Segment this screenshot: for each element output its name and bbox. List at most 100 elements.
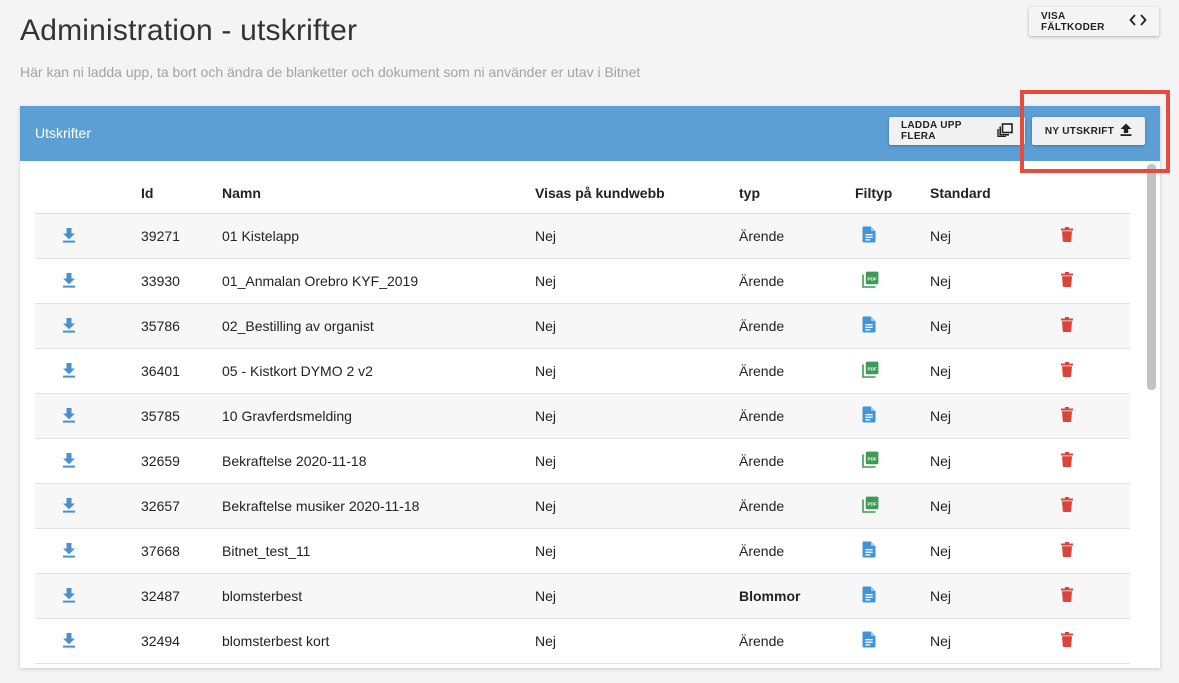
trash-icon[interactable] xyxy=(1061,272,1073,290)
trash-icon[interactable] xyxy=(1061,632,1073,650)
standard-cell: Nej xyxy=(930,618,1058,664)
download-icon[interactable] xyxy=(62,542,76,561)
document-icon xyxy=(862,316,876,336)
pdf-icon: PDF xyxy=(862,451,879,471)
table-row: 37668 Bitnet_test_11 Nej Ärende Nej xyxy=(35,528,1130,574)
show-fieldcodes-label: VISA FÄLTKODER xyxy=(1041,10,1105,33)
id-cell: 32659 xyxy=(141,438,222,484)
customer-web-cell: Nej xyxy=(535,213,739,259)
table-row: 35786 02_Bestilling av organist Nej Ären… xyxy=(35,303,1130,349)
download-icon[interactable] xyxy=(62,227,76,246)
customer-web-cell: Nej xyxy=(535,303,739,349)
show-fieldcodes-button[interactable]: VISA FÄLTKODER xyxy=(1029,7,1159,36)
standard-cell: Nej xyxy=(930,528,1058,574)
trash-icon[interactable] xyxy=(1061,587,1073,605)
filetype-cell xyxy=(855,393,930,439)
filetype-cell: PDF xyxy=(855,348,930,394)
download-cell xyxy=(35,348,141,394)
standard-cell: Nej xyxy=(930,213,1058,259)
id-cell: 32494 xyxy=(141,618,222,664)
id-cell: 36401 xyxy=(141,348,222,394)
id-cell: 37668 xyxy=(141,528,222,574)
table-scrollbar[interactable] xyxy=(1147,164,1156,390)
download-cell xyxy=(35,618,141,664)
svg-text:PDF: PDF xyxy=(868,276,877,281)
standard-cell: Nej xyxy=(930,393,1058,439)
svg-text:PDF: PDF xyxy=(868,501,877,506)
prints-card: Utskrifter LADDA UPP FLERA NY UTSKRIFT I… xyxy=(20,106,1160,668)
download-cell xyxy=(35,483,141,529)
download-icon[interactable] xyxy=(62,497,76,516)
id-cell: 32657 xyxy=(141,483,222,529)
svg-text:PDF: PDF xyxy=(868,456,877,461)
trash-icon[interactable] xyxy=(1061,362,1073,380)
trash-icon[interactable] xyxy=(1061,542,1073,560)
column-header-download xyxy=(35,172,141,214)
standard-cell: Nej xyxy=(930,348,1058,394)
delete-cell xyxy=(1058,258,1130,304)
filetype-cell xyxy=(855,213,930,259)
filetype-cell xyxy=(855,528,930,574)
download-cell xyxy=(35,438,141,484)
upload-many-button[interactable]: LADDA UPP FLERA xyxy=(889,117,1025,145)
download-icon[interactable] xyxy=(62,632,76,651)
name-cell: 02_Bestilling av organist xyxy=(222,303,535,349)
type-cell: Ärende xyxy=(739,303,855,349)
column-header-standard[interactable]: Standard xyxy=(930,172,1058,214)
new-print-button[interactable]: NY UTSKRIFT xyxy=(1032,117,1145,145)
delete-cell xyxy=(1058,483,1130,529)
download-cell xyxy=(35,528,141,574)
id-cell: 32487 xyxy=(141,573,222,619)
document-icon xyxy=(862,586,876,606)
filetype-cell: PDF xyxy=(855,258,930,304)
column-header-filetype[interactable]: Filtyp xyxy=(855,172,930,214)
type-cell: Ärende xyxy=(739,528,855,574)
download-cell xyxy=(35,258,141,304)
filetype-cell xyxy=(855,303,930,349)
type-cell: Ärende xyxy=(739,348,855,394)
trash-icon[interactable] xyxy=(1061,407,1073,425)
download-icon[interactable] xyxy=(62,587,76,606)
trash-icon[interactable] xyxy=(1061,227,1073,245)
name-cell: 01 Kistelapp xyxy=(222,213,535,259)
table-row: 39271 01 Kistelapp Nej Ärende Nej xyxy=(35,213,1130,259)
column-header-customer-web[interactable]: Visas på kundwebb xyxy=(535,172,739,214)
trash-icon[interactable] xyxy=(1061,452,1073,470)
document-icon xyxy=(862,406,876,426)
column-header-type[interactable]: typ xyxy=(739,172,855,214)
customer-web-cell: Nej xyxy=(535,393,739,439)
column-header-name[interactable]: Namn xyxy=(222,172,535,214)
new-print-label: NY UTSKRIFT xyxy=(1044,125,1115,137)
standard-cell: Nej xyxy=(930,573,1058,619)
table-row: 32494 blomsterbest kort Nej Ärende Nej xyxy=(35,618,1130,664)
trash-icon[interactable] xyxy=(1061,497,1073,515)
type-cell: Blommor xyxy=(739,573,855,619)
download-icon[interactable] xyxy=(62,317,76,336)
page-title: Administration - utskrifter xyxy=(20,14,358,47)
customer-web-cell: Nej xyxy=(535,528,739,574)
column-header-id[interactable]: Id xyxy=(141,172,222,214)
name-cell: Bekraftelse 2020-11-18 xyxy=(222,438,535,484)
card-header: Utskrifter LADDA UPP FLERA NY UTSKRIFT xyxy=(20,106,1160,161)
table-row: 33930 01_Anmalan Orebro KYF_2019 Nej Äre… xyxy=(35,258,1130,304)
download-icon[interactable] xyxy=(62,407,76,426)
download-icon[interactable] xyxy=(62,362,76,381)
trash-icon[interactable] xyxy=(1061,317,1073,335)
download-icon[interactable] xyxy=(62,452,76,471)
standard-cell: Nej xyxy=(930,303,1058,349)
id-cell: 35786 xyxy=(141,303,222,349)
id-cell: 33930 xyxy=(141,258,222,304)
download-cell xyxy=(35,303,141,349)
type-cell: Ärende xyxy=(739,483,855,529)
customer-web-cell: Nej xyxy=(535,348,739,394)
delete-cell xyxy=(1058,528,1130,574)
page-subtitle: Här kan ni ladda upp, ta bort och ändra … xyxy=(20,64,641,80)
id-cell: 39271 xyxy=(141,213,222,259)
download-icon[interactable] xyxy=(62,272,76,291)
document-icon xyxy=(862,631,876,651)
delete-cell xyxy=(1058,573,1130,619)
name-cell: blomsterbest xyxy=(222,573,535,619)
prints-table: Id Namn Visas på kundwebb typ Filtyp Sta… xyxy=(35,172,1130,664)
name-cell: 05 - Kistkort DYMO 2 v2 xyxy=(222,348,535,394)
download-cell xyxy=(35,573,141,619)
